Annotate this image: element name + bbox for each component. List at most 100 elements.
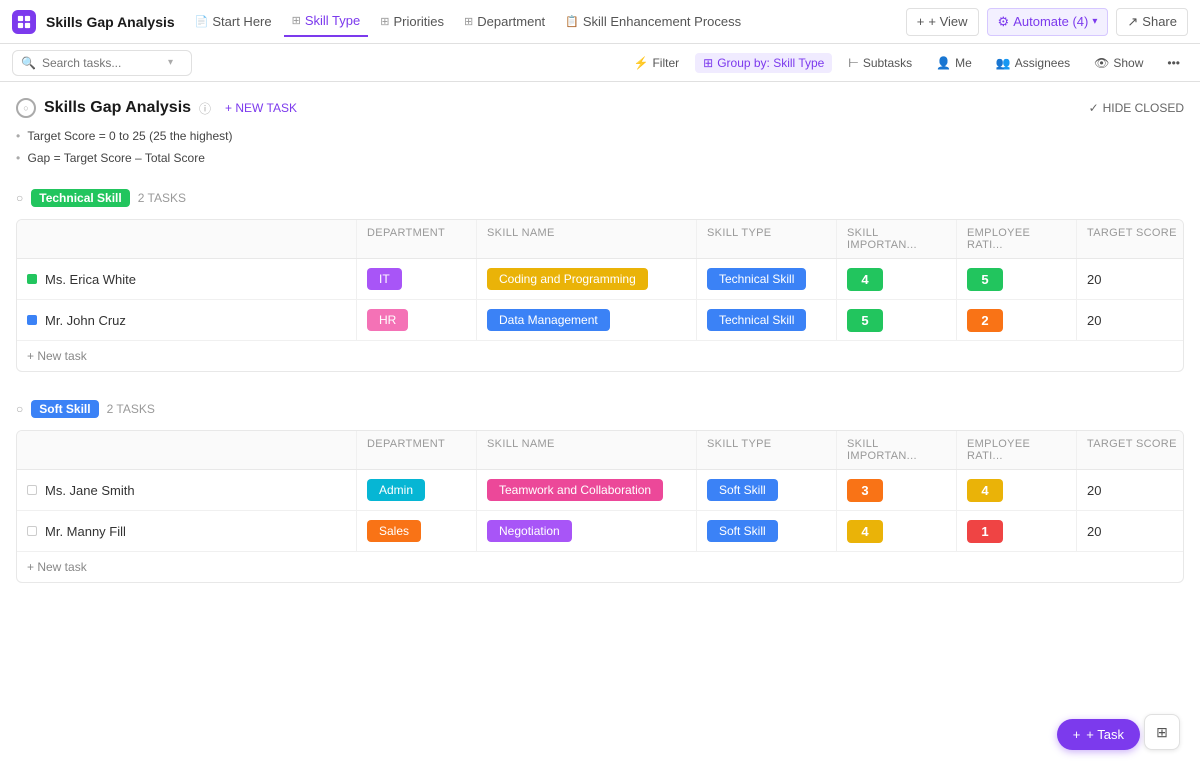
assignees-button[interactable]: 👥 Assignees	[988, 53, 1078, 73]
importance-score-2: 5	[847, 309, 883, 332]
tab-skill-type[interactable]: ⊞ Skill Type	[284, 7, 369, 37]
table-header-soft: DEPARTMENT SKILL NAME SKILL TYPE SKILL I…	[17, 431, 1183, 470]
hide-closed-button[interactable]: ✓ HIDE CLOSED	[1089, 101, 1184, 115]
th-target-score-soft: TARGET SCORE	[1077, 431, 1184, 469]
skill-type-technical-2: Technical Skill	[707, 309, 806, 331]
ellipsis-icon: •••	[1167, 56, 1180, 70]
search-box[interactable]: 🔍 ▾	[12, 50, 192, 76]
new-task-row-technical[interactable]: + New task	[17, 341, 1183, 371]
th-target-score-tech: TARGET SCORE	[1077, 220, 1184, 258]
td-skill-john: Data Management	[477, 300, 697, 340]
th-name	[17, 220, 357, 258]
plus-fab-icon: +	[1073, 727, 1081, 742]
group-by-button[interactable]: ⊞ Group by: Skill Type	[695, 53, 832, 73]
chevron-search-icon: ▾	[168, 57, 173, 68]
td-skill-manny: Negotiation	[477, 511, 697, 551]
table-row[interactable]: Ms. Jane Smith Admin Teamwork and Collab…	[17, 470, 1183, 511]
table-header-technical: DEPARTMENT SKILL NAME SKILL TYPE SKILL I…	[17, 220, 1183, 259]
skill-pill-negotiation: Negotiation	[487, 520, 572, 542]
td-target-john: 20	[1077, 300, 1184, 340]
target-score-3: 20	[1087, 483, 1101, 498]
eye-icon: 👁	[1094, 56, 1109, 70]
table-soft: DEPARTMENT SKILL NAME SKILL TYPE SKILL I…	[16, 430, 1184, 583]
show-button[interactable]: 👁 Show	[1086, 53, 1151, 73]
filter-icon: ⚡	[634, 56, 649, 70]
me-icon: 👤	[936, 56, 951, 70]
group-technical-skill: ○ Technical Skill 2 TASKS DEPARTMENT SKI…	[16, 185, 1184, 372]
importance-score-4: 4	[847, 520, 883, 543]
new-task-link-technical[interactable]: + New task	[27, 349, 87, 363]
info-icon[interactable]: ⓘ	[199, 100, 211, 117]
toolbar: 🔍 ▾ ⚡ Filter ⊞ Group by: Skill Type ⊢ Su…	[0, 44, 1200, 82]
task-count-soft: 2 TASKS	[107, 402, 155, 416]
th-skill-type-soft: SKILL TYPE	[697, 431, 837, 469]
share-icon: ↗	[1127, 14, 1138, 30]
tab-start-here[interactable]: 📄 Start Here	[187, 7, 280, 37]
group-badge-soft[interactable]: Soft Skill	[31, 400, 98, 418]
td-importance-jane: 3	[837, 470, 957, 510]
top-navigation: Skills Gap Analysis 📄 Start Here ⊞ Skill…	[0, 0, 1200, 44]
me-button[interactable]: 👤 Me	[928, 53, 980, 73]
td-importance-john: 5	[837, 300, 957, 340]
td-type-john: Technical Skill	[697, 300, 837, 340]
main-content: ○ Skills Gap Analysis ⓘ + NEW TASK ✓ HID…	[0, 82, 1200, 583]
add-task-fab[interactable]: + + Task	[1057, 719, 1140, 750]
td-target-jane: 20	[1077, 470, 1184, 510]
view-button[interactable]: + + View	[906, 8, 979, 36]
rating-score-4: 1	[967, 520, 1003, 543]
th-name-soft	[17, 431, 357, 469]
bullet-2: •	[16, 151, 20, 165]
group-soft-skill: ○ Soft Skill 2 TASKS DEPARTMENT SKILL NA…	[16, 396, 1184, 583]
tab-department[interactable]: ⊞ Department	[456, 7, 553, 37]
group-toggle-technical[interactable]: ○	[16, 191, 23, 205]
td-name-manny: Mr. Manny Fill	[17, 511, 357, 551]
new-task-row-soft[interactable]: + New task	[17, 552, 1183, 582]
bullet-1: •	[16, 129, 20, 143]
group-badge-technical[interactable]: Technical Skill	[31, 189, 129, 207]
task-count-technical: 2 TASKS	[138, 191, 186, 205]
tab-skill-enhancement[interactable]: 📋 Skill Enhancement Process	[557, 7, 749, 37]
dept-pill-admin: Admin	[367, 479, 425, 501]
person-name-erica: Ms. Erica White	[45, 272, 136, 287]
table-row[interactable]: Mr. John Cruz HR Data Management Technic…	[17, 300, 1183, 341]
table-technical: DEPARTMENT SKILL NAME SKILL TYPE SKILL I…	[16, 219, 1184, 372]
filter-button[interactable]: ⚡ Filter	[626, 53, 688, 73]
tab-priorities[interactable]: ⊞ Priorities	[372, 7, 452, 37]
td-dept-john: HR	[357, 300, 477, 340]
nav-right-actions: + + View ⚙ Automate (4) ▾ ↗ Share	[906, 8, 1188, 36]
more-options-button[interactable]: •••	[1159, 53, 1188, 73]
grid-view-fab[interactable]: ⊞	[1144, 714, 1180, 750]
new-task-button[interactable]: + NEW TASK	[219, 99, 303, 117]
td-name-jane: Ms. Jane Smith	[17, 470, 357, 510]
group-toggle-soft[interactable]: ○	[16, 402, 23, 416]
person-name-john: Mr. John Cruz	[45, 313, 126, 328]
td-name-john: Mr. John Cruz	[17, 300, 357, 340]
importance-score-3: 3	[847, 479, 883, 502]
th-skill-type-tech: SKILL TYPE	[697, 220, 837, 258]
search-input[interactable]	[42, 56, 162, 70]
target-score-2: 20	[1087, 313, 1101, 328]
indicator-blue	[27, 315, 37, 325]
td-rating-john: 2	[957, 300, 1077, 340]
person-name-jane: Ms. Jane Smith	[45, 483, 135, 498]
table-row[interactable]: Mr. Manny Fill Sales Negotiation Soft Sk…	[17, 511, 1183, 552]
subtasks-button[interactable]: ⊢ Subtasks	[840, 53, 920, 73]
td-type-manny: Soft Skill	[697, 511, 837, 551]
page-status-icon: ○	[16, 98, 36, 118]
automate-button[interactable]: ⚙ Automate (4) ▾	[987, 8, 1109, 36]
skill-type-soft-1: Soft Skill	[707, 479, 778, 501]
dept-pill-it: IT	[367, 268, 402, 290]
skill-pill-coding: Coding and Programming	[487, 268, 648, 290]
indicator-green	[27, 274, 37, 284]
dept-pill-hr: HR	[367, 309, 408, 331]
group-header-technical: ○ Technical Skill 2 TASKS	[16, 185, 1184, 211]
share-button[interactable]: ↗ Share	[1116, 8, 1188, 36]
grid-icon: ⊞	[292, 14, 301, 27]
search-icon: 🔍	[21, 56, 36, 70]
td-target-erica: 20	[1077, 259, 1184, 299]
grid3-icon: ⊞	[464, 15, 473, 28]
page-header: ○ Skills Gap Analysis ⓘ + NEW TASK ✓ HID…	[16, 98, 1184, 118]
table-row[interactable]: Ms. Erica White IT Coding and Programmin…	[17, 259, 1183, 300]
new-task-link-soft[interactable]: + New task	[27, 560, 87, 574]
page-title: Skills Gap Analysis	[44, 99, 191, 117]
